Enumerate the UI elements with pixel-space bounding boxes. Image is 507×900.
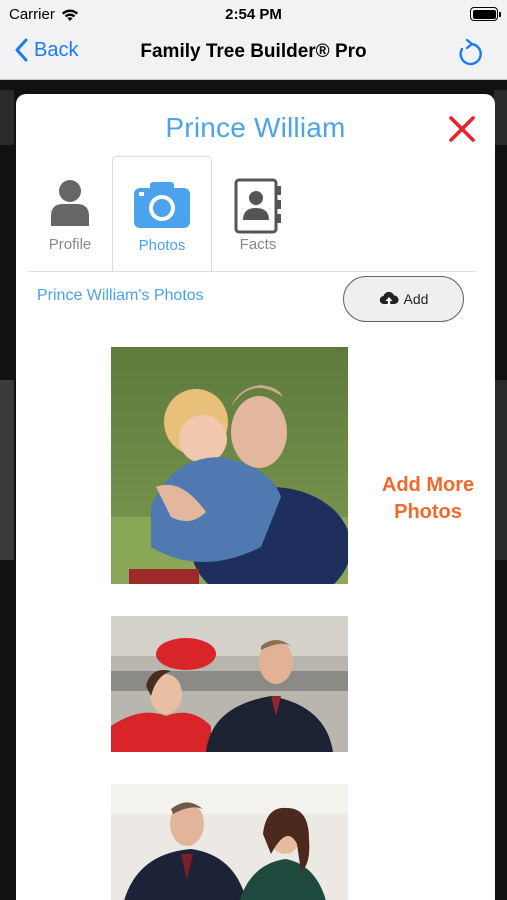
photo-thumbnail[interactable] bbox=[111, 616, 348, 752]
add-more-photos-hint: Add More Photos bbox=[381, 474, 475, 523]
tab-bar: Profile Photos Facts bbox=[28, 156, 476, 272]
nav-title: Family Tree Builder® Pro bbox=[140, 41, 367, 62]
tab-profile[interactable]: Profile bbox=[28, 156, 112, 272]
cloud-upload-icon bbox=[379, 291, 399, 306]
refresh-icon bbox=[459, 38, 482, 66]
photos-section-label: Prince William's Photos bbox=[37, 287, 204, 304]
close-button[interactable] bbox=[447, 114, 477, 144]
person-detail-modal: Prince William Profile Photos Facts Prin… bbox=[16, 94, 495, 900]
add-button-label: Add bbox=[403, 291, 429, 307]
photo-image bbox=[111, 616, 348, 752]
tab-facts-label: Facts bbox=[239, 236, 277, 253]
photo-image bbox=[111, 784, 348, 900]
refresh-button[interactable] bbox=[457, 38, 485, 73]
contacts-book-icon bbox=[234, 178, 281, 234]
close-icon bbox=[449, 116, 475, 142]
tab-facts[interactable]: Facts bbox=[212, 156, 304, 272]
tab-photos-label: Photos bbox=[138, 237, 186, 254]
photo-thumbnail[interactable] bbox=[111, 347, 348, 584]
photo-thumbnail[interactable] bbox=[111, 784, 348, 900]
tab-photos[interactable]: Photos bbox=[112, 156, 212, 272]
navigation-bar: Back Family Tree Builder® Pro bbox=[0, 28, 507, 80]
camera-icon bbox=[134, 182, 190, 228]
tab-profile-label: Profile bbox=[48, 236, 92, 253]
status-time: 2:54 PM bbox=[225, 6, 282, 23]
tab-divider bbox=[28, 271, 476, 272]
photo-image bbox=[111, 347, 348, 584]
person-icon bbox=[51, 180, 89, 226]
status-bar: Carrier 2:54 PM bbox=[0, 0, 507, 28]
battery-icon bbox=[470, 7, 501, 21]
modal-title: Prince William bbox=[165, 112, 346, 143]
add-photo-button[interactable]: Add bbox=[343, 276, 464, 322]
